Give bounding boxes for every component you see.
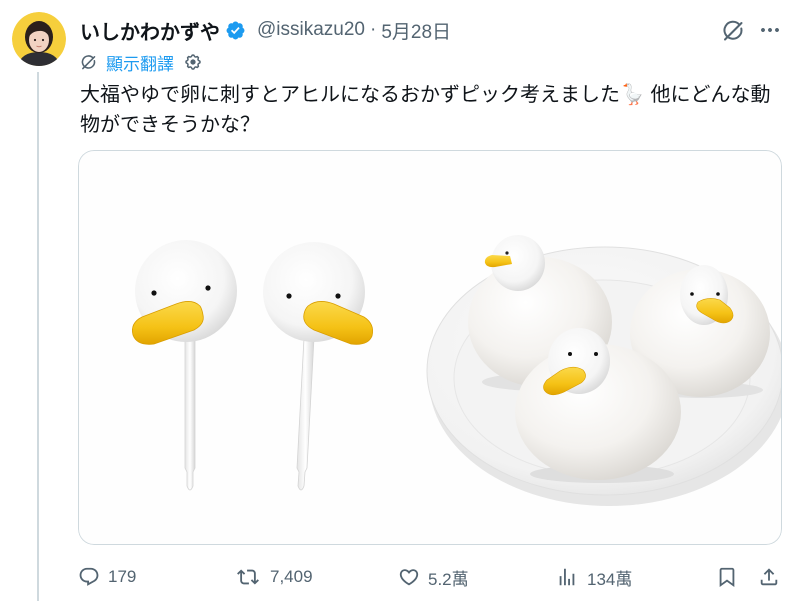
post-date[interactable]: 5月28日: [381, 17, 451, 44]
tweet-text-line: 大福やゆで卵に刺すとアヒルになるおかずピック考えました🪿 他にどんな動: [80, 84, 771, 106]
repost-button[interactable]: 7,409: [236, 566, 313, 588]
gear-icon[interactable]: [184, 53, 202, 71]
verified-badge-icon[interactable]: [225, 20, 246, 41]
views-count: 134萬: [587, 569, 633, 589]
grok-icon[interactable]: [721, 19, 745, 43]
views-icon: [556, 566, 578, 588]
share-icon: [758, 566, 780, 588]
bookmark-button[interactable]: [716, 566, 738, 588]
tweet-header: いしかわかずや @issikazu20 · 5月28日: [80, 15, 451, 45]
like-count: 5.2萬: [428, 569, 469, 589]
reply-icon: [78, 566, 100, 588]
grok-translate-icon: [80, 54, 97, 71]
avatar[interactable]: [12, 12, 66, 66]
bookmark-icon: [716, 566, 738, 588]
like-button[interactable]: 5.2萬: [398, 566, 469, 589]
more-options-icon[interactable]: [758, 18, 782, 42]
tweet-photo[interactable]: [78, 150, 782, 545]
translate-row: 顯示翻譯: [80, 50, 202, 74]
share-button[interactable]: [758, 566, 780, 588]
header-separator: ·: [370, 19, 377, 40]
photo-image: [78, 150, 782, 545]
repost-icon: [236, 566, 260, 588]
reply-button[interactable]: 179: [78, 566, 136, 588]
reply-count: 179: [108, 567, 137, 586]
author-handle[interactable]: @issikazu20: [257, 19, 365, 41]
thread-line: [37, 72, 39, 601]
heart-icon: [398, 566, 420, 588]
tweet-text-line: 物ができそうかな？: [80, 114, 260, 136]
translate-link[interactable]: 顯示翻譯: [106, 50, 174, 75]
author-display-name[interactable]: いしかわかずや: [80, 16, 220, 45]
repost-count: 7,409: [270, 567, 313, 586]
views-button[interactable]: 134萬: [556, 566, 633, 589]
tweet-text: 大福やゆで卵に刺すとアヒルになるおかずピック考えました🪿 他にどんな動 物ができ…: [80, 80, 785, 140]
